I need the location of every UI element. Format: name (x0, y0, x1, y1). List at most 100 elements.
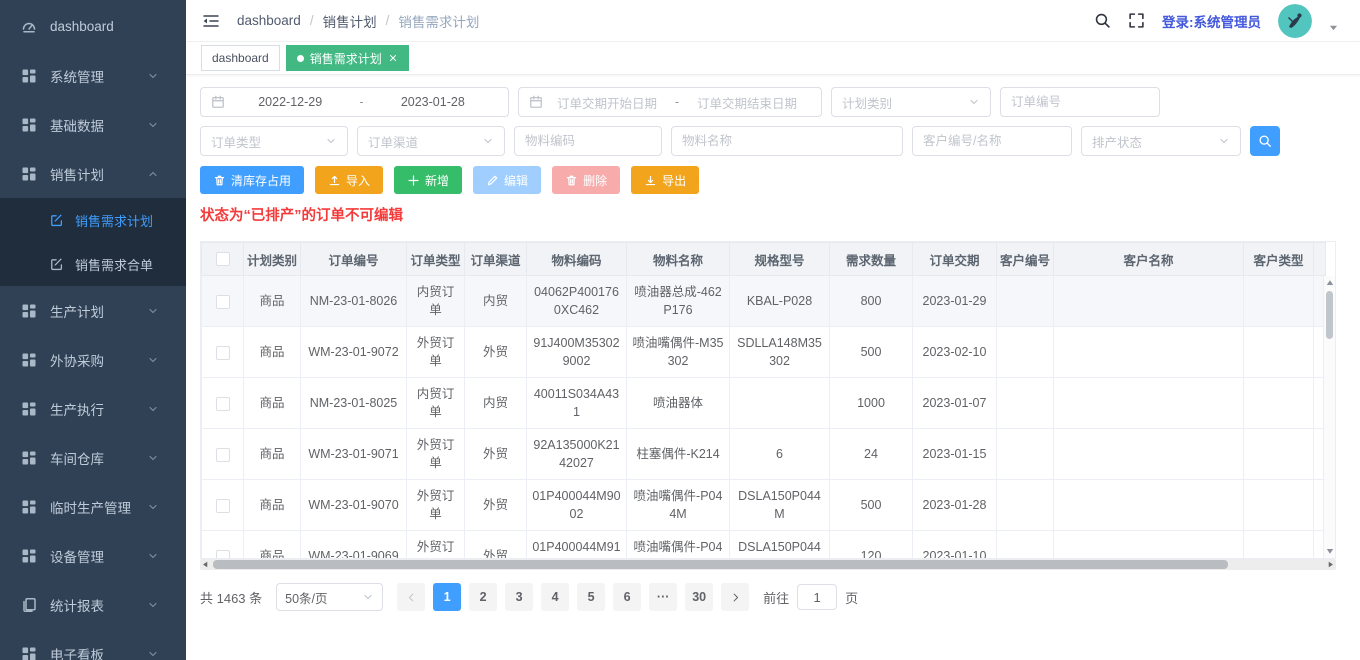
add-button[interactable]: 新增 (394, 166, 462, 194)
plan-date-start[interactable]: 2022-12-29 (225, 95, 355, 109)
active-dot-icon (297, 55, 304, 62)
chevron-down-icon (1218, 135, 1230, 147)
schedule-status-select[interactable]: 排产状态 (1081, 126, 1241, 156)
plan-date-range-picker[interactable]: 2022-12-29 - 2023-01-28 (200, 87, 509, 117)
edit-button[interactable]: 编辑 (473, 166, 541, 194)
trash-icon (565, 174, 578, 187)
export-button[interactable]: 导出 (631, 166, 699, 194)
sidebar-item-销售需求合单[interactable]: 销售需求合单 (0, 242, 186, 286)
col-需求数量: 需求数量 (830, 243, 913, 276)
chevron-down-icon (147, 648, 159, 660)
sidebar-item-生产计划[interactable]: 生产计划 (0, 286, 186, 335)
page-button-···[interactable]: ··· (649, 583, 677, 611)
vertical-scrollbar-thumb[interactable] (1326, 291, 1333, 339)
tab-dashboard[interactable]: dashboard (201, 45, 280, 71)
sidebar-item-销售需求计划[interactable]: 销售需求计划 (0, 198, 186, 242)
cell: 喷油嘴偶件-M35302 (627, 327, 730, 378)
button-label: 删除 (583, 172, 607, 189)
sidebar-item-外协采购[interactable]: 外协采购 (0, 335, 186, 384)
breadcrumb-item-current: 销售需求计划 (398, 11, 479, 31)
col-客户类型: 客户类型 (1244, 243, 1314, 276)
page-button-4[interactable]: 4 (541, 583, 569, 611)
page-size-select[interactable]: 50条/页 (276, 583, 383, 611)
order-channel-select[interactable]: 订单渠道 (357, 126, 505, 156)
select-all-checkbox[interactable] (216, 252, 230, 266)
order-type-select[interactable]: 订单类型 (200, 126, 348, 156)
cell: 商品 (244, 480, 301, 531)
page-button-1[interactable]: 1 (433, 583, 461, 611)
cell (997, 327, 1054, 378)
row-checkbox[interactable] (216, 397, 230, 411)
data-table: 计划类别订单编号订单类型订单渠道物料编码物料名称规格型号需求数量订单交期客户编号… (201, 242, 1326, 559)
order-no-field[interactable] (1000, 87, 1160, 117)
next-page-button[interactable] (721, 583, 749, 611)
col-物料名称: 物料名称 (627, 243, 730, 276)
avatar[interactable] (1278, 4, 1312, 38)
search-icon (1258, 134, 1272, 148)
sidebar-item-临时生产管理[interactable]: 临时生产管理 (0, 482, 186, 531)
caret-down-icon[interactable] (1329, 23, 1338, 32)
search-icon[interactable] (1094, 12, 1111, 29)
delivery-date-start[interactable]: 订单交期开始日期 (543, 93, 671, 112)
sidebar-item-基础数据[interactable]: 基础数据 (0, 100, 186, 149)
cell: 喷油嘴偶件-P044M (627, 531, 730, 560)
page-button-3[interactable]: 3 (505, 583, 533, 611)
material-code-input[interactable] (525, 134, 651, 148)
search-button[interactable] (1250, 126, 1280, 156)
order-no-input[interactable] (1011, 95, 1149, 109)
import-button[interactable]: 导入 (315, 166, 383, 194)
horizontal-scrollbar-thumb[interactable] (213, 560, 1228, 569)
cell (1244, 378, 1314, 429)
delete-button[interactable]: 删除 (552, 166, 620, 194)
row-checkbox[interactable] (216, 346, 230, 360)
sidebar-item-dashboard[interactable]: dashboard (0, 2, 186, 51)
customer-field[interactable] (912, 126, 1072, 156)
sidebar-item-统计报表[interactable]: 统计报表 (0, 580, 186, 629)
page-button-5[interactable]: 5 (577, 583, 605, 611)
horizontal-scrollbar[interactable] (200, 559, 1336, 570)
material-code-field[interactable] (514, 126, 662, 156)
close-icon[interactable] (388, 53, 398, 63)
customer-input[interactable] (923, 134, 1061, 148)
row-checkbox[interactable] (216, 499, 230, 513)
chevron-down-icon (147, 354, 159, 366)
plan-category-select[interactable]: 计划类别 (831, 87, 991, 117)
delivery-date-end[interactable]: 订单交期结束日期 (683, 93, 811, 112)
calendar-icon (211, 95, 225, 109)
row-checkbox[interactable] (216, 295, 230, 309)
scroll-up-icon[interactable] (1326, 279, 1334, 287)
cell (997, 378, 1054, 429)
cell: 柱塞偶件-K214 (627, 429, 730, 480)
sidebar-item-车间仓库[interactable]: 车间仓库 (0, 433, 186, 482)
vertical-scrollbar[interactable] (1323, 276, 1335, 558)
clear-stock-occupy-button[interactable]: 清库存占用 (200, 166, 304, 194)
sidebar-item-电子看板[interactable]: 电子看板 (0, 629, 186, 660)
goto-page-input[interactable] (797, 584, 837, 610)
row-checkbox[interactable] (216, 448, 230, 462)
hamburger-icon[interactable] (202, 13, 220, 29)
fullscreen-icon[interactable] (1128, 12, 1145, 29)
total-count-label: 共 1463 条 (200, 588, 262, 607)
sidebar-item-销售计划[interactable]: 销售计划 (0, 149, 186, 198)
login-user-label[interactable]: 登录:系统管理员 (1162, 11, 1261, 31)
row-checkbox[interactable] (216, 550, 230, 559)
page-button-2[interactable]: 2 (469, 583, 497, 611)
sidebar-item-生产执行[interactable]: 生产执行 (0, 384, 186, 433)
select-placeholder: 计划类别 (842, 93, 892, 112)
delivery-date-range-picker[interactable]: 订单交期开始日期 - 订单交期结束日期 (518, 87, 822, 117)
material-name-field[interactable] (671, 126, 903, 156)
breadcrumb-item-sales-plan[interactable]: 销售计划 (323, 11, 377, 31)
breadcrumb-item-dashboard[interactable]: dashboard (237, 13, 301, 28)
scroll-down-icon[interactable] (1326, 547, 1334, 555)
prev-page-button[interactable] (397, 583, 425, 611)
page-button-30[interactable]: 30 (685, 583, 713, 611)
plan-date-end[interactable]: 2023-01-28 (368, 95, 498, 109)
sidebar-item-设备管理[interactable]: 设备管理 (0, 531, 186, 580)
page-button-6[interactable]: 6 (613, 583, 641, 611)
tab-sales-demand-plan[interactable]: 销售需求计划 (286, 45, 409, 71)
sidebar-item-系统管理[interactable]: 系统管理 (0, 51, 186, 100)
material-name-input[interactable] (682, 134, 892, 148)
scroll-left-icon[interactable] (202, 561, 209, 568)
scroll-right-icon[interactable] (1327, 561, 1334, 568)
col-物料编码: 物料编码 (527, 243, 627, 276)
